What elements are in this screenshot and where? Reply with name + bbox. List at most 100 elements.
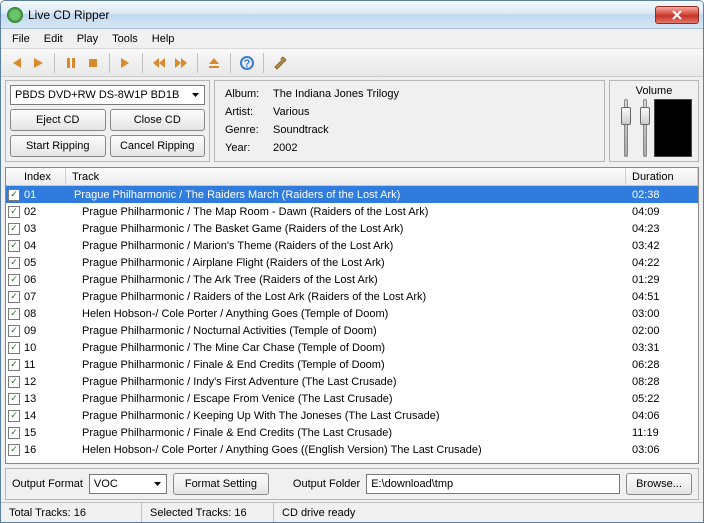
track-row[interactable]: ✓02Prague Philharmonic / The Map Room - …: [6, 203, 698, 220]
tools-icon: [272, 55, 288, 71]
track-index: 10: [22, 342, 66, 354]
track-checkbox[interactable]: ✓: [6, 189, 22, 201]
app-window: Live CD Ripper File Edit Play Tools Help…: [0, 0, 704, 523]
track-index: 12: [22, 376, 66, 388]
track-checkbox[interactable]: ✓: [6, 291, 22, 303]
pause-button[interactable]: [62, 54, 80, 72]
track-row[interactable]: ✓05Prague Philharmonic / Airplane Flight…: [6, 254, 698, 271]
menu-edit[interactable]: Edit: [37, 31, 70, 47]
track-duration: 03:42: [626, 240, 698, 252]
menu-tools[interactable]: Tools: [105, 31, 145, 47]
output-format-select[interactable]: VOC: [89, 474, 167, 494]
forward-button[interactable]: [172, 54, 190, 72]
track-list-body[interactable]: ✓01Prague Philharmonic / The Raiders Mar…: [6, 186, 698, 463]
menubar: File Edit Play Tools Help: [1, 29, 703, 49]
next-track-button[interactable]: [117, 54, 135, 72]
drive-select[interactable]: PBDS DVD+RW DS-8W1P BD1B: [10, 85, 205, 105]
track-checkbox[interactable]: ✓: [6, 308, 22, 320]
track-duration: 03:00: [626, 308, 698, 320]
volume-slider-left[interactable]: [622, 99, 629, 157]
output-folder-value: E:\download\tmp: [371, 478, 453, 490]
track-row[interactable]: ✓06Prague Philharmonic / The Ark Tree (R…: [6, 271, 698, 288]
stop-button[interactable]: [84, 54, 102, 72]
drive-select-value: PBDS DVD+RW DS-8W1P BD1B: [15, 89, 179, 101]
col-track[interactable]: Track: [66, 168, 626, 185]
track-row[interactable]: ✓03Prague Philharmonic / The Basket Game…: [6, 220, 698, 237]
track-title: Prague Philharmonic / Finale & End Credi…: [66, 359, 626, 371]
track-title: Prague Philharmonic / Raiders of the Los…: [66, 291, 626, 303]
track-index: 07: [22, 291, 66, 303]
output-folder-field[interactable]: E:\download\tmp: [366, 474, 620, 494]
track-row[interactable]: ✓14Prague Philharmonic / Keeping Up With…: [6, 407, 698, 424]
track-row[interactable]: ✓10Prague Philharmonic / The Mine Car Ch…: [6, 339, 698, 356]
eject-button[interactable]: [205, 54, 223, 72]
output-bar: Output Format VOC Format Setting Output …: [5, 468, 699, 500]
track-row[interactable]: ✓15Prague Philharmonic / Finale & End Cr…: [6, 424, 698, 441]
titlebar[interactable]: Live CD Ripper: [1, 1, 703, 29]
prev-track-button[interactable]: [7, 54, 25, 72]
format-setting-button[interactable]: Format Setting: [173, 473, 269, 495]
track-title: Prague Philharmonic / The Ark Tree (Raid…: [66, 274, 626, 286]
track-row[interactable]: ✓12Prague Philharmonic / Indy's First Ad…: [6, 373, 698, 390]
track-checkbox[interactable]: ✓: [6, 257, 22, 269]
genre-label: Genre:: [225, 124, 273, 136]
track-duration: 03:06: [626, 444, 698, 456]
track-checkbox[interactable]: ✓: [6, 342, 22, 354]
track-checkbox[interactable]: ✓: [6, 444, 22, 456]
play-button[interactable]: [29, 54, 47, 72]
track-duration: 04:09: [626, 206, 698, 218]
track-row[interactable]: ✓07Prague Philharmonic / Raiders of the …: [6, 288, 698, 305]
menu-help[interactable]: Help: [145, 31, 182, 47]
track-checkbox[interactable]: ✓: [6, 359, 22, 371]
track-checkbox[interactable]: ✓: [6, 427, 22, 439]
track-duration: 11:19: [626, 427, 698, 439]
artist-value: Various: [273, 106, 594, 118]
close-icon: [672, 10, 682, 20]
status-drive: CD drive ready: [273, 503, 703, 522]
album-label: Album:: [225, 88, 273, 100]
col-duration[interactable]: Duration: [626, 168, 698, 185]
track-title: Prague Philharmonic / Finale & End Credi…: [66, 427, 626, 439]
output-format-value: VOC: [94, 478, 118, 490]
volume-slider-right[interactable]: [641, 99, 648, 157]
skip-prev-icon: [9, 56, 23, 70]
track-index: 16: [22, 444, 66, 456]
track-index: 14: [22, 410, 66, 422]
track-row[interactable]: ✓13Prague Philharmonic / Escape From Ven…: [6, 390, 698, 407]
settings-button[interactable]: [271, 54, 289, 72]
album-value: The Indiana Jones Trilogy: [273, 88, 594, 100]
col-index[interactable]: Index: [6, 168, 66, 185]
track-checkbox[interactable]: ✓: [6, 325, 22, 337]
close-cd-button[interactable]: Close CD: [110, 109, 206, 131]
track-checkbox[interactable]: ✓: [6, 376, 22, 388]
track-row[interactable]: ✓04Prague Philharmonic / Marion's Theme …: [6, 237, 698, 254]
track-title: Prague Philharmonic / The Basket Game (R…: [66, 223, 626, 235]
track-row[interactable]: ✓08Helen Hobson-/ Cole Porter / Anything…: [6, 305, 698, 322]
menu-file[interactable]: File: [5, 31, 37, 47]
rewind-button[interactable]: [150, 54, 168, 72]
track-duration: 04:06: [626, 410, 698, 422]
info-row: PBDS DVD+RW DS-8W1P BD1B Eject CD Close …: [1, 77, 703, 165]
track-checkbox[interactable]: ✓: [6, 240, 22, 252]
info-button[interactable]: ?: [238, 54, 256, 72]
dropdown-icon: [153, 480, 162, 489]
menu-play[interactable]: Play: [70, 31, 105, 47]
track-duration: 02:38: [626, 189, 698, 201]
play-icon: [31, 56, 45, 70]
track-checkbox[interactable]: ✓: [6, 410, 22, 422]
eject-cd-button[interactable]: Eject CD: [10, 109, 106, 131]
close-button[interactable]: [655, 6, 699, 24]
track-checkbox[interactable]: ✓: [6, 274, 22, 286]
track-row[interactable]: ✓01Prague Philharmonic / The Raiders Mar…: [6, 186, 698, 203]
track-row[interactable]: ✓09Prague Philharmonic / Nocturnal Activ…: [6, 322, 698, 339]
track-index: 03: [22, 223, 66, 235]
statusbar: Total Tracks: 16 Selected Tracks: 16 CD …: [1, 502, 703, 522]
track-checkbox[interactable]: ✓: [6, 223, 22, 235]
track-checkbox[interactable]: ✓: [6, 393, 22, 405]
track-row[interactable]: ✓16Helen Hobson-/ Cole Porter / Anything…: [6, 441, 698, 458]
track-row[interactable]: ✓11Prague Philharmonic / Finale & End Cr…: [6, 356, 698, 373]
start-ripping-button[interactable]: Start Ripping: [10, 135, 106, 157]
browse-button[interactable]: Browse...: [626, 473, 692, 495]
cancel-ripping-button[interactable]: Cancel Ripping: [110, 135, 206, 157]
track-checkbox[interactable]: ✓: [6, 206, 22, 218]
